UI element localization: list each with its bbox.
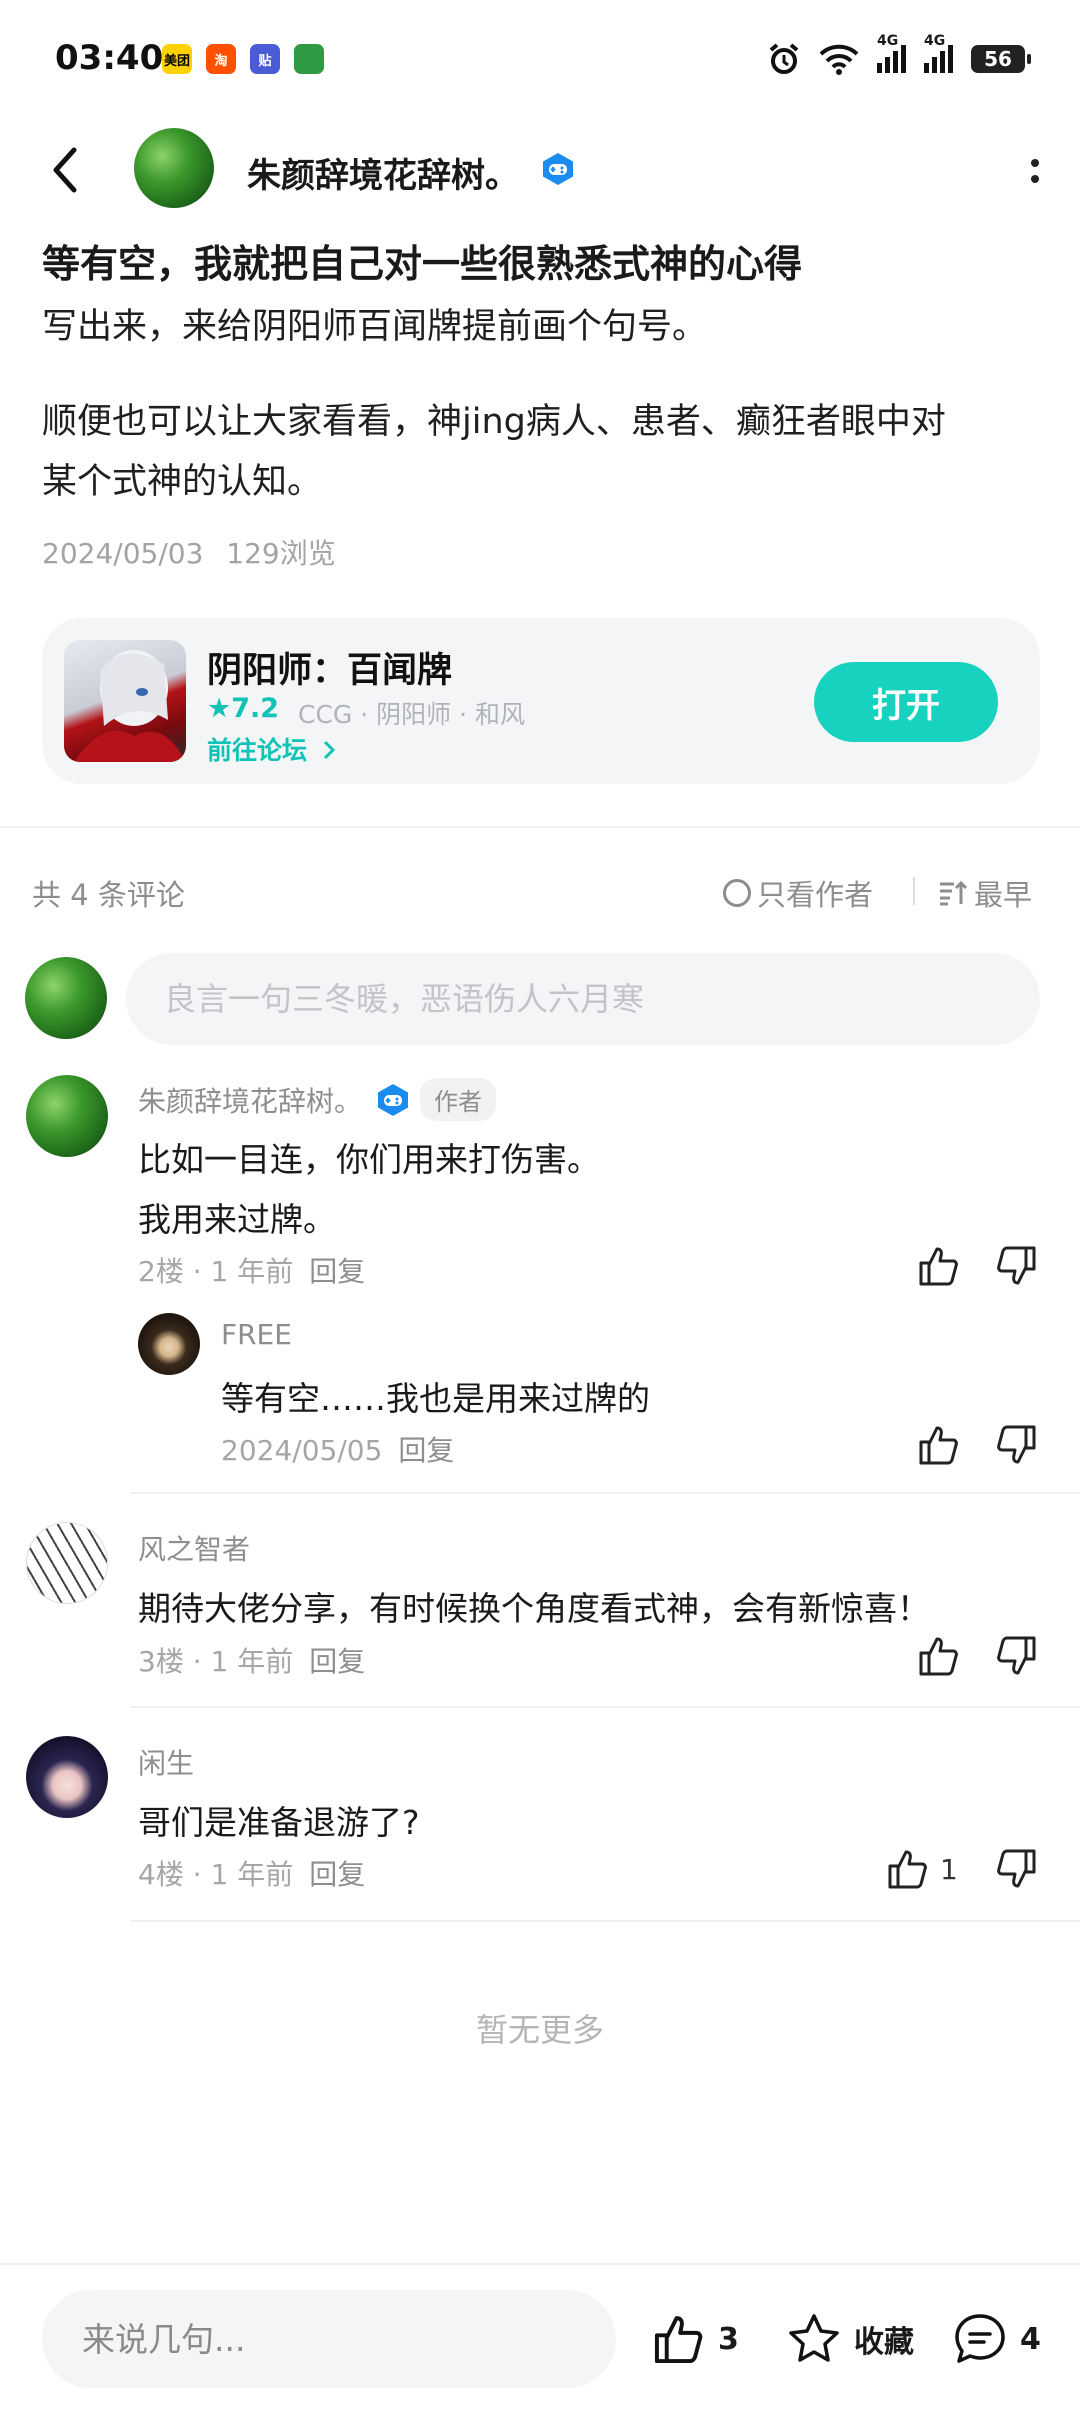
comment-meta: 2楼 · 1 年前 回复 <box>138 1255 366 1288</box>
sort-icon <box>940 880 968 906</box>
chevron-right-icon <box>323 740 335 760</box>
comments-button[interactable]: 4 <box>952 2312 1041 2366</box>
comment-meta: 4楼 · 1 年前 回复 <box>138 1858 366 1891</box>
comment-separator <box>130 1706 1080 1708</box>
thumbs-down-icon[interactable] <box>994 1423 1038 1467</box>
author-name[interactable]: 朱颜辞境花辞树。 <box>247 148 519 197</box>
thumbs-up-icon[interactable] <box>917 1634 961 1678</box>
favorite-button[interactable]: 收藏 <box>786 2312 914 2366</box>
commenter-avatar[interactable] <box>26 1522 108 1604</box>
reply-text: 等有空……我也是用来过牌的 <box>221 1379 650 1418</box>
author-tag: 作者 <box>420 1078 497 1121</box>
reply-button[interactable]: 回复 <box>398 1434 454 1467</box>
like-button[interactable]: 1 <box>886 1847 958 1891</box>
game-rating: ★7.2 <box>207 693 280 724</box>
post-title: 等有空，我就把自己对一些很熟悉式神的心得 <box>42 242 803 286</box>
gamepad-badge-icon <box>543 153 573 185</box>
commenter-avatar[interactable] <box>26 1736 108 1818</box>
network-type-1: 4G <box>877 33 899 49</box>
sort-button[interactable]: 最早 <box>938 872 1032 914</box>
bottom-comment-input[interactable] <box>42 2290 616 2388</box>
comments-count-bottom: 4 <box>1020 2321 1041 2357</box>
commenter-name[interactable]: 风之智者 <box>138 1528 250 1568</box>
post-date: 2024/05/03 <box>42 537 204 570</box>
thumbs-up-icon <box>888 1850 927 1889</box>
gamepad-badge-icon <box>378 1083 409 1116</box>
reply-button[interactable]: 回复 <box>309 1645 365 1678</box>
author-avatar[interactable] <box>134 128 214 208</box>
thumbs-up-icon[interactable] <box>917 1423 961 1467</box>
reply-meta: 2024/05/05 回复 <box>221 1434 455 1467</box>
comment-bubble-icon <box>955 2314 1005 2363</box>
my-avatar <box>25 957 107 1039</box>
open-game-button[interactable]: 打开 <box>814 662 998 742</box>
post-body-line: 顺便也可以让大家看看，神jing病人、患者、癫狂者眼中对 <box>42 402 946 442</box>
back-button[interactable] <box>40 140 90 200</box>
status-time: 03:40 <box>55 38 164 78</box>
game-tags: CCG · 阴阳师 · 和风 <box>298 700 525 729</box>
post-body-line: 写出来，来给阴阳师百闻牌提前画个句号。 <box>42 307 708 347</box>
reply-avatar[interactable] <box>138 1313 200 1375</box>
post-like-count: 3 <box>718 2321 739 2357</box>
thumbs-up-icon <box>654 2316 703 2364</box>
only-author-toggle[interactable]: 只看作者 <box>723 872 873 914</box>
comment-meta: 3楼 · 1 年前 回复 <box>138 1645 366 1678</box>
comments-count: 共 4 条评论 <box>32 878 185 912</box>
reply-button[interactable]: 回复 <box>309 1858 365 1891</box>
taobao-icon: 淘 <box>206 44 236 74</box>
star-icon: ★ <box>207 693 232 724</box>
signal-2-icon: 4G <box>924 33 953 73</box>
forum-link[interactable]: 前往论坛 <box>207 731 336 767</box>
reply-button[interactable]: 回复 <box>309 1255 365 1288</box>
thumbs-down-icon[interactable] <box>994 1847 1038 1891</box>
no-more-text: 暂无更多 <box>475 2011 604 2049</box>
game-name[interactable]: 阴阳师：百闻牌 <box>207 642 452 693</box>
more-options-button[interactable] <box>1020 146 1050 196</box>
radio-circle-icon <box>723 879 751 907</box>
commenter-avatar[interactable] <box>26 1075 108 1157</box>
thumbs-down-icon[interactable] <box>994 1634 1038 1678</box>
comment-input[interactable] <box>126 953 1040 1045</box>
wifi-icon <box>819 44 859 75</box>
alarm-icon <box>769 43 799 74</box>
meituan-icon: 美团 <box>162 44 192 74</box>
commenter-name[interactable]: 朱颜辞境花辞树。 <box>138 1080 362 1120</box>
comment-text: 比如一目连，你们用来打伤害。 <box>138 1140 600 1179</box>
network-type-2: 4G <box>924 33 946 49</box>
comment-text: 期待大佬分享，有时候换个角度看式神，会有新惊喜！ <box>138 1589 930 1628</box>
post-like-button[interactable]: 3 <box>652 2312 739 2366</box>
comment-text: 哥们是准备退游了? <box>138 1803 420 1842</box>
chevron-left-icon <box>53 147 77 193</box>
commenter-name[interactable]: 闲生 <box>138 1742 194 1782</box>
comment-separator <box>130 1920 1080 1922</box>
post-body-line: 某个式神的认知。 <box>42 462 323 502</box>
post-meta: 2024/05/03 129浏览 <box>42 532 336 572</box>
section-divider <box>0 826 1080 828</box>
status-indicators: 4G 4G 56 <box>767 33 1031 76</box>
comment-header: 朱颜辞境花辞树。 作者 <box>138 1078 497 1121</box>
post-views: 129浏览 <box>226 537 336 570</box>
thumbs-down-icon[interactable] <box>994 1244 1038 1288</box>
reply-name[interactable]: FREE <box>221 1318 292 1351</box>
comment-separator <box>130 1492 1080 1494</box>
battery-icon: 56 <box>971 45 1031 73</box>
bottom-divider <box>0 2263 1080 2265</box>
comment-text: 我用来过牌。 <box>138 1200 336 1239</box>
star-outline-icon <box>789 2314 839 2362</box>
notification-app-icons: 美团 淘 贴 <box>162 44 324 74</box>
sort-separator <box>913 877 915 905</box>
signal-1-icon: 4G <box>877 33 906 73</box>
like-count: 1 <box>940 1852 958 1886</box>
favorite-label: 收藏 <box>854 2325 914 2360</box>
tieba-icon: 贴 <box>250 44 280 74</box>
thumbs-up-icon[interactable] <box>917 1244 961 1288</box>
game-icon[interactable] <box>64 640 186 762</box>
green-app-icon <box>294 44 324 74</box>
